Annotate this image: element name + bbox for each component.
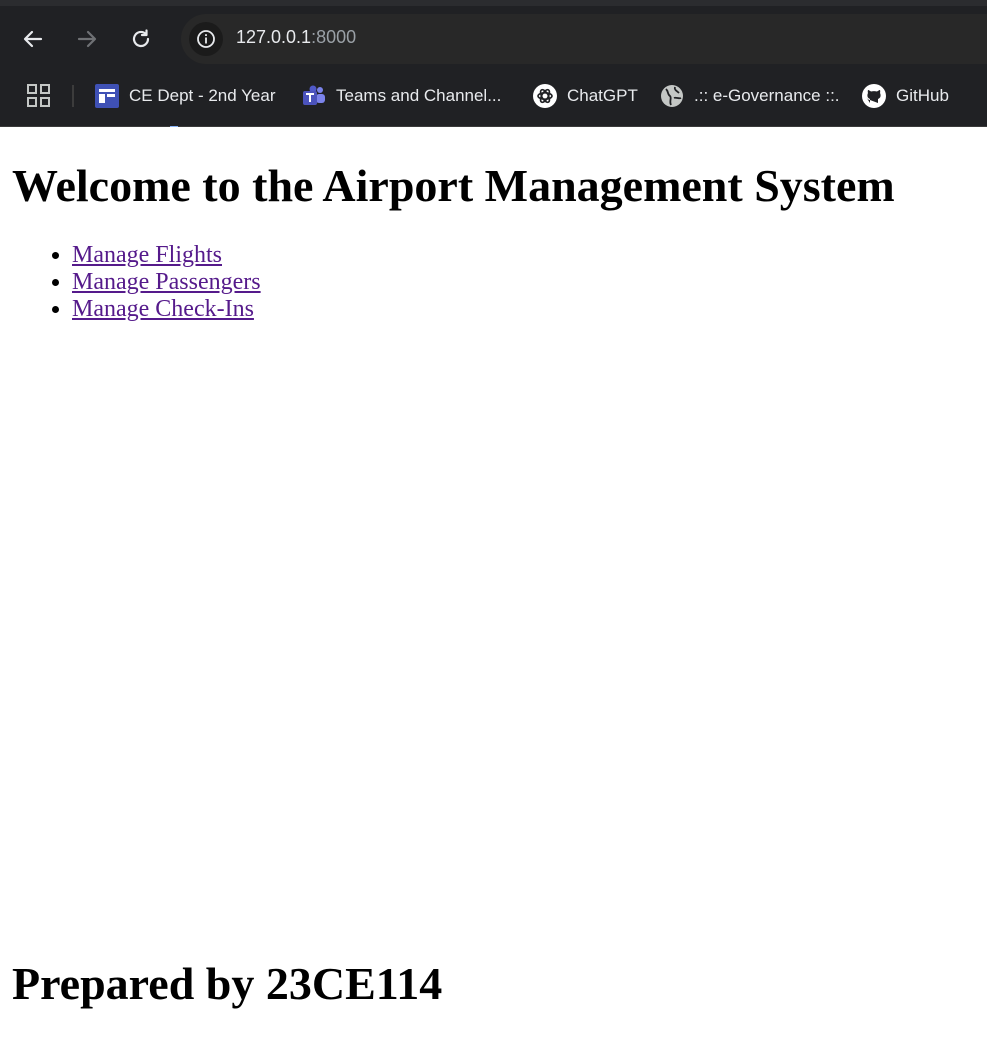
nav-link-list: Manage Flights Manage Passengers Manage … [0,242,261,323]
bookmarks-bar: CE Dept - 2nd Year Teams and Channel... [0,72,987,126]
url-port: :8000 [311,27,357,47]
bookmark-chatgpt[interactable]: ChatGPT [533,82,638,110]
manage-passengers-link[interactable]: Manage Passengers [72,269,261,295]
bookmarks-separator [72,85,74,107]
github-icon [862,84,886,108]
address-bar[interactable]: 127.0.0.1:8000 [181,14,987,64]
classroom-icon [95,84,119,108]
site-info-button[interactable] [189,22,223,56]
forward-button[interactable] [72,24,102,54]
back-button[interactable] [18,24,48,54]
list-item: Manage Flights [72,242,261,269]
teams-icon [302,84,326,108]
page-content: Welcome to the Airport Management System… [0,127,987,1060]
info-icon [197,30,215,48]
bookmark-label: CE Dept - 2nd Year [129,86,276,105]
url-text[interactable]: 127.0.0.1:8000 [236,27,356,48]
reload-icon [132,29,150,48]
chatgpt-icon [533,84,557,108]
manage-checkins-link[interactable]: Manage Check-Ins [72,296,254,322]
back-arrow-icon [23,30,43,48]
bookmark-ce-dept[interactable]: CE Dept - 2nd Year [95,82,275,110]
bookmark-label: GitHub [896,86,949,105]
forward-arrow-icon [77,30,97,48]
bookmark-label: ChatGPT [567,86,638,105]
browser-toolbar: 127.0.0.1:8000 [0,6,987,72]
manage-flights-link[interactable]: Manage Flights [72,242,222,268]
page-title: Welcome to the Airport Management System [12,160,895,211]
bookmark-e-governance[interactable]: .:: e-Governance ::. [660,82,840,110]
bookmark-teams[interactable]: Teams and Channel... [302,82,501,110]
apps-grid-icon[interactable] [26,83,52,109]
list-item: Manage Passengers [72,269,261,296]
url-host: 127.0.0.1 [236,27,312,47]
browser-chrome: 127.0.0.1:8000 CE Dept - 2nd Year Teams … [0,0,987,128]
bookmark-label: .:: e-Governance ::. [694,86,840,105]
list-item: Manage Check-Ins [72,296,261,323]
bookmark-label: Teams and Channel... [336,86,502,105]
bookmark-github[interactable]: GitHub [862,82,949,110]
reload-button[interactable] [126,24,156,54]
footer-credit: Prepared by 23CE114 [12,958,443,1009]
globe-icon [660,84,684,108]
